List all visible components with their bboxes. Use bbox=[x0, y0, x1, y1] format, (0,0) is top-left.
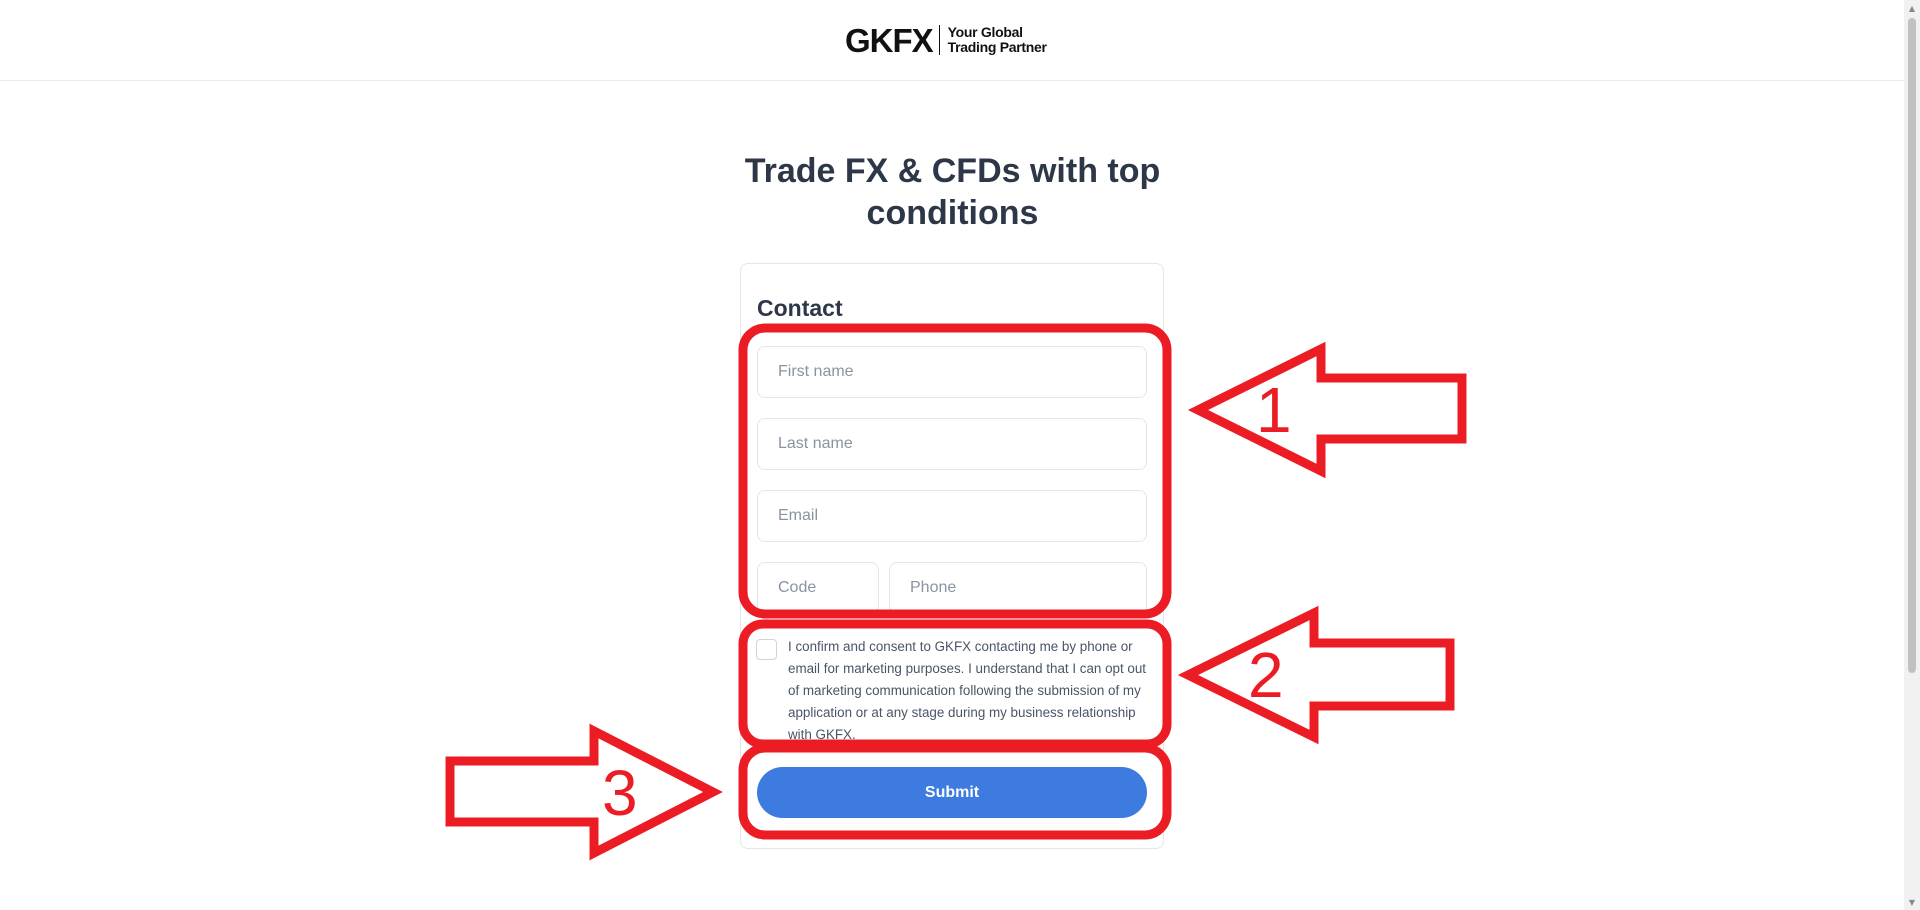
submit-button[interactable]: Submit bbox=[757, 767, 1147, 818]
logo-divider bbox=[938, 25, 940, 55]
scroll-up-arrow-icon[interactable]: ▲ bbox=[1904, 0, 1920, 16]
form-title: Contact bbox=[757, 295, 843, 321]
gkfx-logo[interactable]: GKFX Your Global Trading Partner bbox=[845, 20, 1047, 60]
scroll-thumb[interactable] bbox=[1908, 18, 1916, 673]
email-input[interactable] bbox=[757, 490, 1147, 542]
scroll-down-arrow-icon[interactable]: ▼ bbox=[1904, 894, 1920, 910]
step-number-1: 1 bbox=[1256, 374, 1292, 446]
phone-input[interactable] bbox=[889, 562, 1147, 614]
consent-text: I confirm and consent to GKFX contacting… bbox=[788, 639, 1147, 742]
tagline-line1: Your Global bbox=[947, 24, 1023, 40]
tagline-line2: Trading Partner bbox=[947, 39, 1047, 55]
phone-code-input[interactable] bbox=[757, 562, 879, 614]
logo-tagline: Your Global Trading Partner bbox=[948, 25, 1047, 55]
page-scrollbar[interactable]: ▲ ▼ bbox=[1904, 0, 1920, 910]
headline-line2: conditions bbox=[866, 194, 1039, 232]
arrow-3 bbox=[445, 723, 723, 861]
contact-form-card: Contact I confirm and consent to GKFX co… bbox=[740, 263, 1164, 849]
site-header: GKFX Your Global Trading Partner bbox=[0, 0, 1904, 81]
logo-mark: GKFX bbox=[845, 21, 934, 59]
page-headline: Trade FX & CFDs with top conditions bbox=[700, 150, 1205, 234]
headline-line1: Trade FX & CFDs with top bbox=[744, 152, 1161, 190]
arrow-1 bbox=[1187, 341, 1467, 479]
first-name-input[interactable] bbox=[757, 346, 1147, 398]
arrow-2 bbox=[1177, 605, 1455, 745]
step-number-2: 2 bbox=[1248, 639, 1284, 711]
step-number-3: 3 bbox=[602, 757, 638, 829]
last-name-input[interactable] bbox=[757, 418, 1147, 470]
consent-checkbox[interactable] bbox=[756, 639, 777, 660]
